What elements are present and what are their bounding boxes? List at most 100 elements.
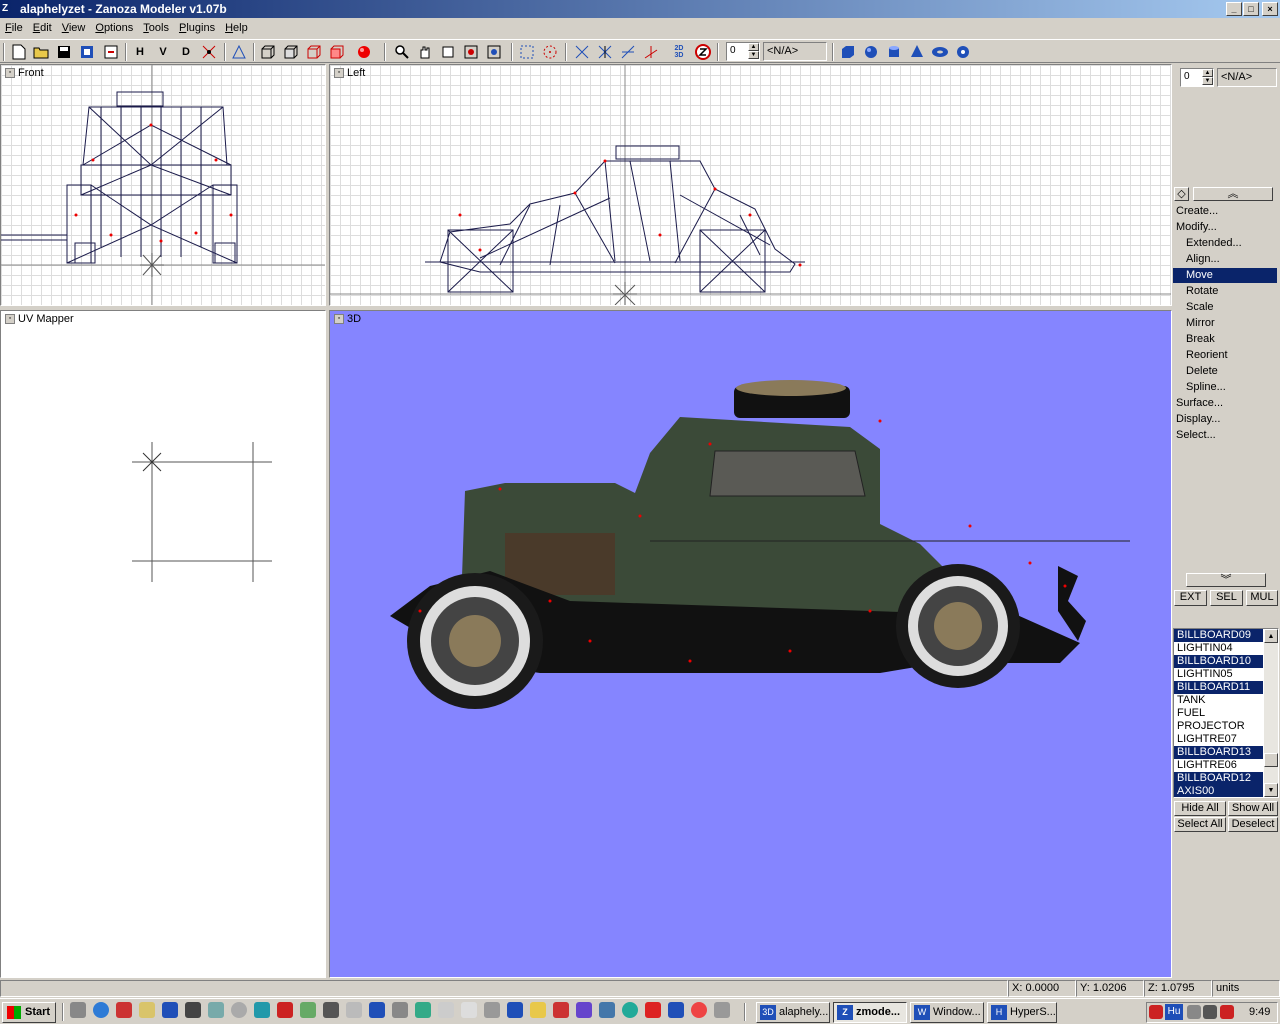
- quicklaunch-cd-icon[interactable]: [231, 1002, 247, 1018]
- object-list-item[interactable]: BILLBOARD11: [1174, 681, 1263, 694]
- view-d-button[interactable]: D: [177, 43, 195, 61]
- object-list-item[interactable]: BILLBOARD12: [1174, 772, 1263, 785]
- axis-xyz-icon[interactable]: [573, 43, 591, 61]
- viewport-menu-icon[interactable]: ▫: [5, 314, 15, 324]
- menu-edit[interactable]: Edit: [28, 18, 57, 38]
- task-hypersnap[interactable]: H HyperS...: [987, 1002, 1057, 1023]
- scroll-up-arrow-icon[interactable]: ▲: [1264, 629, 1278, 643]
- task-window[interactable]: W Window...: [910, 1002, 984, 1023]
- scroll-up-icon[interactable]: ︽: [1193, 187, 1273, 201]
- quicklaunch-calc-icon[interactable]: [484, 1002, 500, 1018]
- menu-tools[interactable]: Tools: [138, 18, 174, 38]
- task-alaphelyzet[interactable]: 3D alaphely...: [756, 1002, 830, 1023]
- quicklaunch-za-icon[interactable]: [645, 1002, 661, 1018]
- panel-toggle-icon[interactable]: ◇: [1174, 187, 1189, 201]
- spin-up-icon[interactable]: ▲: [748, 43, 759, 51]
- panel-object-combo[interactable]: <N/A>: [1217, 68, 1277, 87]
- pan-hand-icon[interactable]: [416, 43, 434, 61]
- spin-down-icon[interactable]: ▼: [1202, 77, 1213, 85]
- close-button[interactable]: ×: [1262, 2, 1278, 16]
- front-viewport[interactable]: ▫ Front: [0, 64, 326, 306]
- quicklaunch-ac-icon[interactable]: [208, 1002, 224, 1018]
- quicklaunch-save-icon[interactable]: [507, 1002, 523, 1018]
- quicklaunch-monitor-icon[interactable]: [415, 1002, 431, 1018]
- view-h-button[interactable]: H: [131, 43, 149, 61]
- quicklaunch-doc-icon[interactable]: [461, 1002, 477, 1018]
- language-indicator[interactable]: Hu: [1165, 1004, 1183, 1020]
- cube-texture-icon[interactable]: [328, 43, 346, 61]
- zoom-all-icon[interactable]: [485, 43, 503, 61]
- create-cylinder-icon[interactable]: [885, 43, 903, 61]
- zoom-region-icon[interactable]: [462, 43, 480, 61]
- command-surface[interactable]: Surface...: [1173, 396, 1277, 411]
- cube-solid-icon[interactable]: [282, 43, 300, 61]
- menu-view[interactable]: View: [57, 18, 91, 38]
- command-spline[interactable]: Spline...: [1173, 380, 1277, 395]
- import-icon[interactable]: [78, 43, 96, 61]
- clock[interactable]: 9:49: [1249, 1005, 1270, 1020]
- object-list-item[interactable]: LIGHTRE06: [1174, 759, 1263, 772]
- object-list-item[interactable]: BILLBOARD10: [1174, 655, 1263, 668]
- uv-2d3d-button[interactable]: 2D 3D: [670, 43, 688, 61]
- quicklaunch-folder-icon[interactable]: [254, 1002, 270, 1018]
- start-button[interactable]: Start: [2, 1002, 56, 1023]
- zanoza-z-icon[interactable]: [694, 43, 712, 61]
- open-folder-icon[interactable]: [32, 43, 50, 61]
- mul-button[interactable]: MUL: [1246, 590, 1278, 606]
- cube-select-icon[interactable]: [305, 43, 323, 61]
- tray-volume-icon[interactable]: [1203, 1005, 1217, 1019]
- object-list-item[interactable]: FUEL: [1174, 707, 1263, 720]
- spin-up-icon[interactable]: ▲: [1202, 69, 1213, 77]
- quicklaunch-notepad-icon[interactable]: [139, 1002, 155, 1018]
- object-list-item[interactable]: TANK: [1174, 694, 1263, 707]
- vertex-tool-icon[interactable]: [200, 43, 218, 61]
- quicklaunch-dark-icon[interactable]: [323, 1002, 339, 1018]
- task-zmodeler[interactable]: Zzmode...: [833, 1002, 907, 1023]
- axis-yz-icon[interactable]: [642, 43, 660, 61]
- quicklaunch-globe-icon[interactable]: [622, 1002, 638, 1018]
- object-list-item[interactable]: AXIS00: [1174, 785, 1263, 797]
- toolbar-spinner[interactable]: 0 ▲ ▼: [726, 42, 760, 61]
- quicklaunch-picture-icon[interactable]: [553, 1002, 569, 1018]
- quicklaunch-ie-icon[interactable]: [93, 1002, 109, 1018]
- scroll-down-arrow-icon[interactable]: ▼: [1264, 783, 1278, 797]
- quicklaunch-yellow-icon[interactable]: [530, 1002, 546, 1018]
- select-all-button[interactable]: Select All: [1174, 817, 1226, 832]
- axis-xz-icon[interactable]: [619, 43, 637, 61]
- viewport-menu-icon[interactable]: ▫: [334, 314, 344, 324]
- uv-mapper-viewport[interactable]: ▫ UV Mapper: [0, 310, 326, 978]
- quicklaunch-misc-icon[interactable]: [714, 1002, 730, 1018]
- menu-options[interactable]: Options: [90, 18, 138, 38]
- command-select[interactable]: Select...: [1173, 428, 1277, 443]
- show-all-button[interactable]: Show All: [1228, 801, 1278, 816]
- quicklaunch-green-icon[interactable]: [300, 1002, 316, 1018]
- command-display[interactable]: Display...: [1173, 412, 1277, 427]
- maximize-button[interactable]: □: [1243, 2, 1259, 16]
- deselect-button[interactable]: Deselect: [1228, 817, 1278, 832]
- command-break[interactable]: Break: [1173, 332, 1277, 347]
- object-list-item[interactable]: PROJECTOR: [1174, 720, 1263, 733]
- tray-lock-icon[interactable]: [1220, 1005, 1234, 1019]
- 3d-viewport[interactable]: ▫ 3D: [329, 310, 1172, 978]
- edge-tool-icon[interactable]: [230, 43, 248, 61]
- axis-xy-icon[interactable]: [596, 43, 614, 61]
- viewport-menu-icon[interactable]: ▫: [5, 68, 15, 78]
- zoom-icon[interactable]: [393, 43, 411, 61]
- menu-help[interactable]: Help: [220, 18, 253, 38]
- list-scrollbar[interactable]: ▲ ▼: [1264, 629, 1278, 797]
- scroll-thumb[interactable]: [1264, 753, 1278, 767]
- quicklaunch-app-icon[interactable]: [116, 1002, 132, 1018]
- object-list-item[interactable]: LIGHTIN05: [1174, 668, 1263, 681]
- command-reorient[interactable]: Reorient: [1173, 348, 1277, 363]
- tray-network-icon[interactable]: [1187, 1005, 1201, 1019]
- minimize-button[interactable]: _: [1226, 2, 1242, 16]
- menu-plugins[interactable]: Plugins: [174, 18, 220, 38]
- left-viewport[interactable]: ▫ Left: [329, 64, 1172, 306]
- command-delete[interactable]: Delete: [1173, 364, 1277, 379]
- create-torus-icon[interactable]: [931, 43, 949, 61]
- create-gear-icon[interactable]: [954, 43, 972, 61]
- command-create[interactable]: Create...: [1173, 204, 1277, 219]
- cube-wire-icon[interactable]: [259, 43, 277, 61]
- command-align[interactable]: Align...: [1173, 252, 1277, 267]
- spin-down-icon[interactable]: ▼: [748, 51, 759, 59]
